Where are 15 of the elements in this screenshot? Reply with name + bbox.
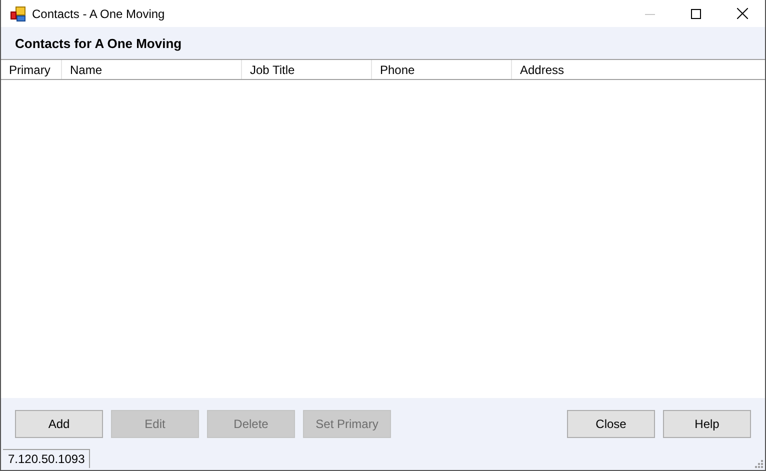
column-header[interactable]: Primary bbox=[1, 60, 62, 79]
app-icon bbox=[10, 6, 26, 22]
column-header[interactable]: Name bbox=[62, 60, 242, 79]
window-title: Contacts - A One Moving bbox=[32, 6, 165, 20]
close-icon[interactable] bbox=[736, 8, 748, 19]
version-label: 7.120.50.1093 bbox=[3, 449, 90, 468]
resize-grip-icon bbox=[754, 459, 763, 468]
action-button[interactable]: Close bbox=[567, 410, 655, 438]
section-title: Contacts for A One Moving bbox=[15, 36, 182, 50]
column-header[interactable]: Phone bbox=[372, 60, 512, 79]
action-button[interactable]: Help bbox=[663, 410, 751, 438]
maximize-icon[interactable] bbox=[691, 8, 701, 18]
column-header[interactable]: Address bbox=[512, 60, 765, 79]
column-header[interactable]: Job Title bbox=[242, 60, 372, 79]
action-button[interactable]: Add bbox=[15, 410, 103, 438]
